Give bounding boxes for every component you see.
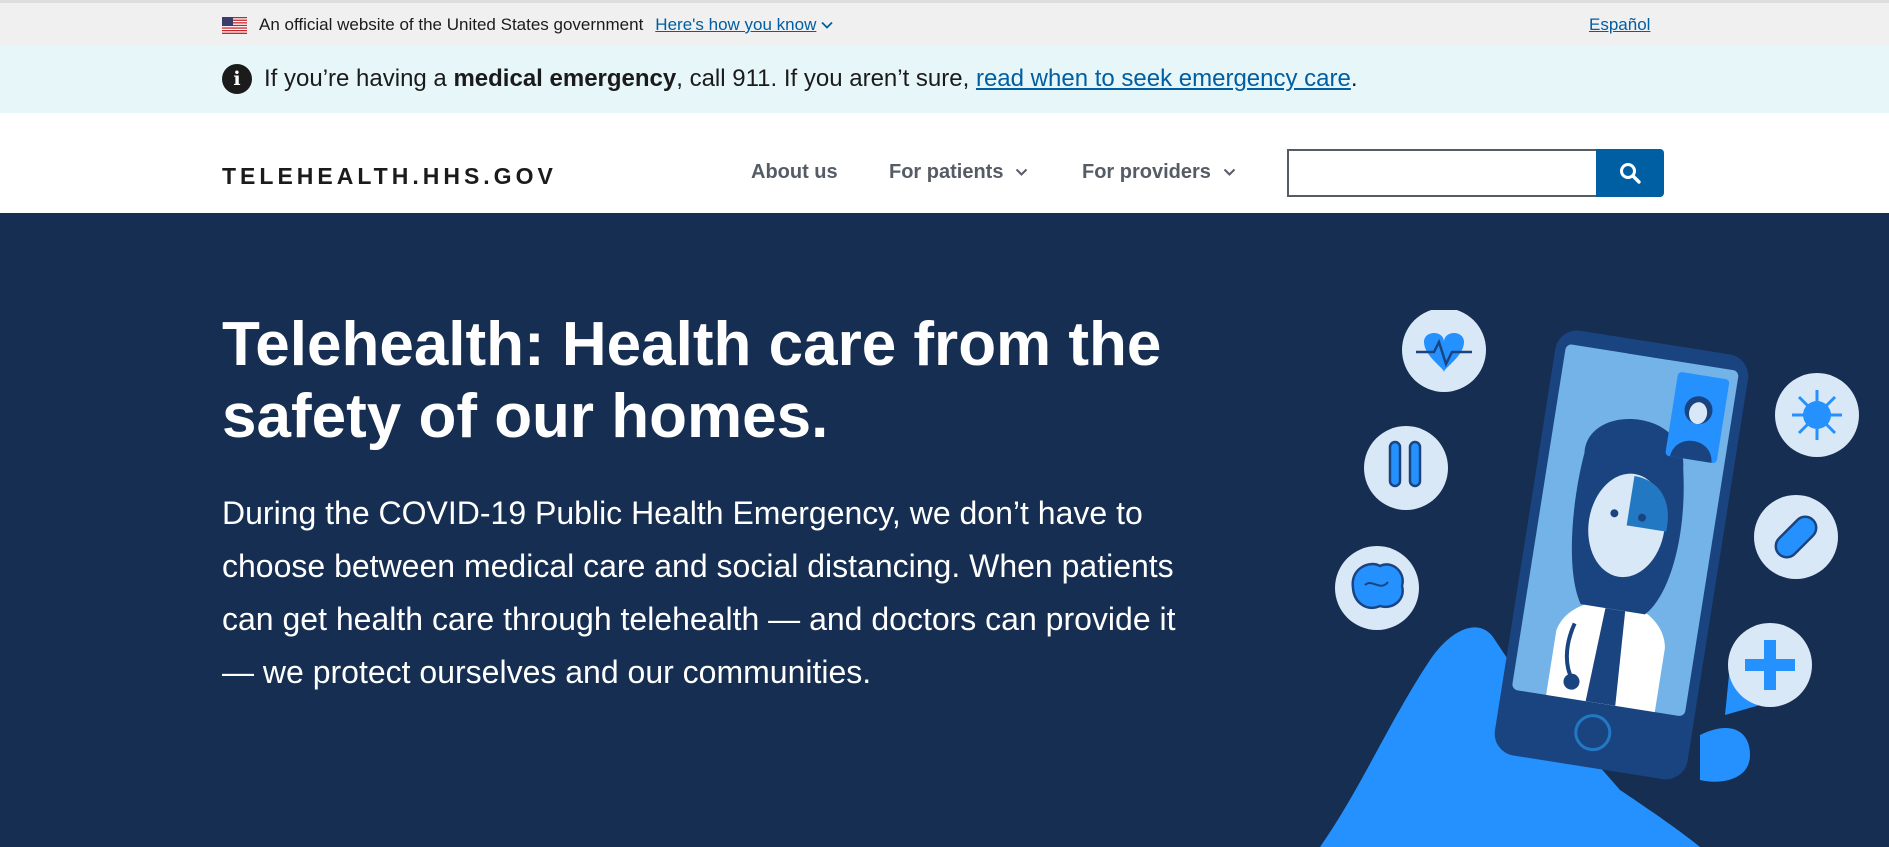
heart-monitor-icon xyxy=(1402,310,1486,392)
chevron-down-icon xyxy=(821,21,833,29)
brain-icon xyxy=(1335,546,1419,630)
chevron-down-icon xyxy=(1016,168,1028,176)
gov-banner-content: An official website of the United States… xyxy=(222,15,833,35)
alert-text-middle: , call 911. If you aren’t sure, xyxy=(676,65,976,92)
chevron-down-icon xyxy=(1223,168,1236,176)
search-icon xyxy=(1620,163,1641,184)
search-input[interactable] xyxy=(1287,149,1596,197)
nav-item-about-us[interactable]: About us xyxy=(751,161,838,184)
pill-icon xyxy=(1754,495,1838,579)
nav-about-label: About us xyxy=(751,161,838,183)
gov-banner: An official website of the United States… xyxy=(0,0,1889,45)
emergency-alert: i If you’re having a medical emergency ,… xyxy=(0,45,1889,113)
gov-banner-text: An official website of the United States… xyxy=(259,15,644,34)
info-icon: i xyxy=(222,64,252,94)
heres-how-you-know-link[interactable]: Here's how you know xyxy=(655,15,833,35)
nav-providers-label: For providers xyxy=(1082,161,1211,183)
phone-illustration xyxy=(1320,310,1859,847)
nav-item-for-patients[interactable]: For patients xyxy=(889,161,1028,184)
site-header: TELEHEALTH.HHS.GOV About us For patients… xyxy=(0,113,1889,213)
site-search xyxy=(1287,149,1664,197)
virus-icon xyxy=(1775,373,1859,457)
site-logo[interactable]: TELEHEALTH.HHS.GOV xyxy=(222,163,557,190)
heres-how-you-know-label: Here's how you know xyxy=(655,15,817,34)
us-flag-icon xyxy=(222,16,247,34)
alert-text-suffix: . xyxy=(1350,65,1358,92)
alert-text-prefix: If you’re having a xyxy=(264,65,454,92)
language-link-espanol[interactable]: Español xyxy=(1589,15,1650,35)
alert-text-bold: medical emergency xyxy=(453,65,677,92)
search-button[interactable] xyxy=(1596,149,1664,197)
nav-item-for-providers[interactable]: For providers xyxy=(1082,161,1236,184)
emergency-alert-content: i If you’re having a medical emergency ,… xyxy=(222,64,1358,94)
test-tubes-icon xyxy=(1364,426,1448,510)
plus-icon xyxy=(1728,623,1812,707)
hero-description: During the COVID-19 Public Health Emerge… xyxy=(222,495,1176,690)
hero-section: Telehealth: Health care from the safety … xyxy=(0,213,1889,847)
nav-patients-label: For patients xyxy=(889,161,1004,183)
hero-title: Telehealth: Health care from the safety … xyxy=(222,310,1162,451)
emergency-care-link[interactable]: read when to seek emergency care xyxy=(976,65,1351,93)
